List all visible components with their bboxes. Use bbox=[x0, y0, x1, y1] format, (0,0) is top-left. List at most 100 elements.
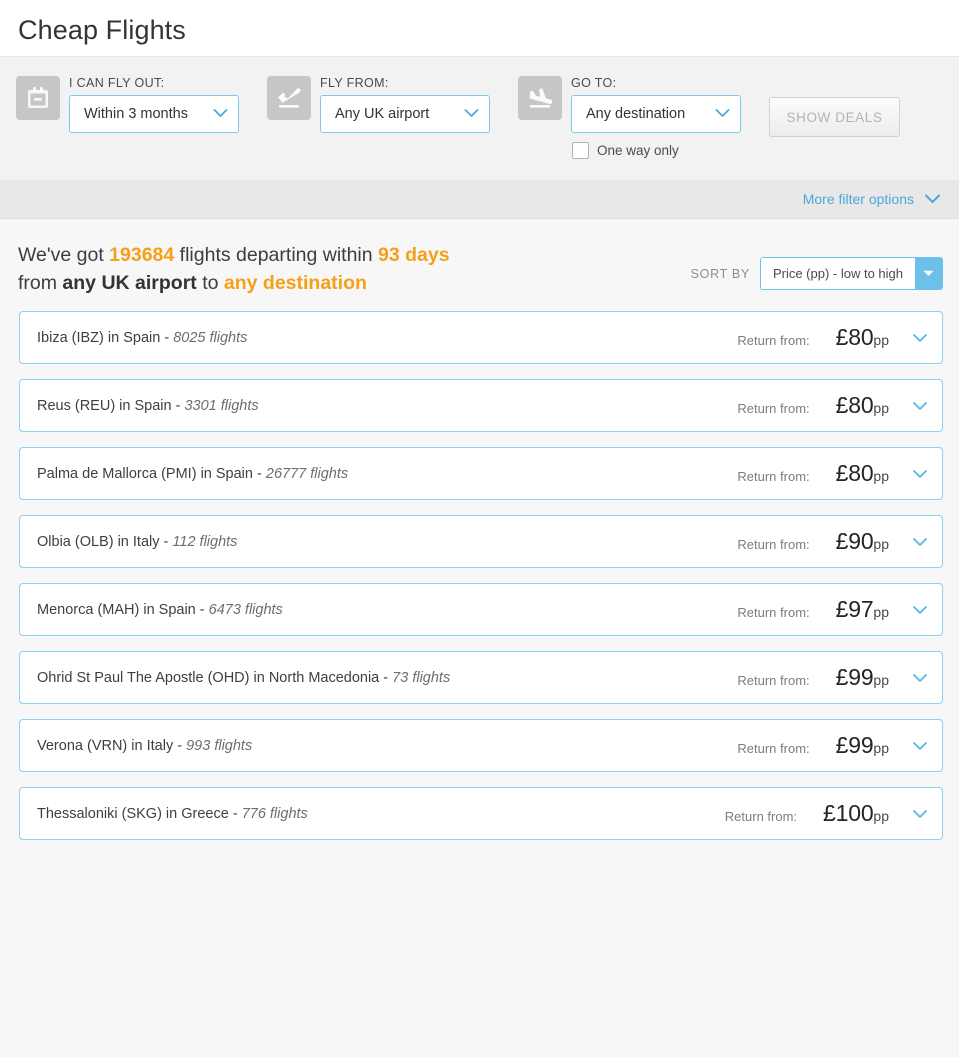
date-filter-select[interactable]: Within 3 months bbox=[69, 95, 239, 133]
filter-row: I CAN FLY OUT: Within 3 months FLY FROM: bbox=[0, 76, 959, 159]
filter-fields-origin: FLY FROM: Any UK airport bbox=[320, 76, 490, 133]
sort-by-select[interactable]: Price (pp) - low to high bbox=[759, 257, 943, 290]
currency-symbol: £ bbox=[835, 460, 849, 486]
return-from-label: Return from: bbox=[737, 469, 810, 484]
table-row[interactable]: Palma de Mallorca (PMI) in Spain - 26777… bbox=[19, 447, 943, 500]
table-row[interactable]: Reus (REU) in Spain - 3301 flights Return… bbox=[19, 379, 943, 432]
price-unit: pp bbox=[873, 332, 889, 348]
destination-name: Thessaloniki (SKG) in Greece bbox=[37, 805, 229, 822]
price-value: £97pp bbox=[836, 596, 889, 623]
price-value: £80pp bbox=[836, 324, 889, 351]
table-row[interactable]: Ohrid St Paul The Apostle (OHD) in North… bbox=[19, 651, 943, 704]
table-row[interactable]: Ibiza (IBZ) in Spain - 8025 flights Retur… bbox=[19, 311, 943, 364]
page-title: Cheap Flights bbox=[18, 15, 186, 45]
origin-filter-value: Any UK airport bbox=[335, 106, 430, 122]
price-amount: 80 bbox=[848, 324, 874, 350]
one-way-only-label: One way only bbox=[597, 143, 679, 158]
price-amount: 90 bbox=[848, 528, 874, 554]
chevron-down-icon[interactable] bbox=[912, 741, 928, 751]
flight-count-label: 112 flights bbox=[172, 533, 238, 550]
chevron-down-icon[interactable] bbox=[912, 605, 928, 615]
destination-separator: - bbox=[160, 329, 174, 346]
destination-separator: - bbox=[228, 805, 242, 822]
origin-filter-label: FLY FROM: bbox=[320, 76, 389, 90]
chevron-down-icon[interactable] bbox=[912, 333, 928, 343]
date-filter-value: Within 3 months bbox=[84, 106, 188, 122]
flight-count-label: 3301 flights bbox=[184, 397, 259, 414]
price-unit: pp bbox=[873, 468, 889, 484]
results-summary: We've got 193684 flights departing withi… bbox=[18, 241, 450, 297]
one-way-only-option[interactable]: One way only bbox=[572, 142, 741, 159]
return-from-label: Return from: bbox=[737, 741, 810, 756]
price-block: Return from: £100pp bbox=[725, 800, 928, 827]
chevron-down-icon[interactable] bbox=[912, 673, 928, 683]
chevron-down-icon bbox=[213, 106, 228, 122]
price-value: £100pp bbox=[823, 800, 889, 827]
price-block: Return from: £99pp bbox=[737, 664, 928, 691]
currency-symbol: £ bbox=[835, 324, 849, 350]
more-filter-options-link[interactable]: More filter options bbox=[803, 191, 941, 207]
currency-symbol: £ bbox=[835, 596, 849, 622]
price-unit: pp bbox=[873, 740, 889, 756]
destination-filter-value: Any destination bbox=[586, 106, 686, 122]
table-row[interactable]: Thessaloniki (SKG) in Greece - 776 fligh… bbox=[19, 787, 943, 840]
chevron-down-icon[interactable] bbox=[912, 809, 928, 819]
filter-fields-date: I CAN FLY OUT: Within 3 months bbox=[69, 76, 239, 133]
destination-name: Olbia (OLB) in Italy bbox=[37, 533, 160, 550]
price-amount: 99 bbox=[848, 732, 874, 758]
return-from-label: Return from: bbox=[737, 605, 810, 620]
sort-by-value: Price (pp) - low to high bbox=[760, 258, 915, 289]
destination-label: Olbia (OLB) in Italy - 112 flights bbox=[37, 534, 737, 550]
date-filter-label: I CAN FLY OUT: bbox=[69, 76, 165, 90]
chevron-down-icon[interactable] bbox=[912, 401, 928, 411]
price-block: Return from: £80pp bbox=[737, 460, 928, 487]
price-unit: pp bbox=[873, 400, 889, 416]
table-row[interactable]: Verona (VRN) in Italy - 993 flights Retur… bbox=[19, 719, 943, 772]
summary-days: 93 days bbox=[378, 244, 450, 266]
caret-down-icon[interactable] bbox=[915, 258, 942, 289]
price-unit: pp bbox=[873, 808, 889, 824]
summary-line2-prefix: from bbox=[18, 272, 63, 294]
origin-filter-select[interactable]: Any UK airport bbox=[320, 95, 490, 133]
flight-count-label: 993 flights bbox=[186, 737, 253, 754]
flight-count-label: 6473 flights bbox=[208, 601, 283, 618]
flight-count-label: 8025 flights bbox=[173, 329, 248, 346]
price-amount: 80 bbox=[848, 460, 874, 486]
destination-filter-label: GO TO: bbox=[571, 76, 617, 90]
return-from-label: Return from: bbox=[737, 333, 810, 348]
destination-label: Palma de Mallorca (PMI) in Spain - 26777… bbox=[37, 466, 737, 482]
chevron-down-icon bbox=[924, 191, 941, 207]
price-unit: pp bbox=[873, 604, 889, 620]
price-amount: 80 bbox=[848, 392, 874, 418]
plane-departure-icon bbox=[267, 76, 311, 120]
destination-name: Ohrid St Paul The Apostle (OHD) in North… bbox=[37, 669, 380, 686]
destination-name: Menorca (MAH) in Spain bbox=[37, 601, 196, 618]
summary-prefix: We've got bbox=[18, 244, 110, 266]
destination-filter-select[interactable]: Any destination bbox=[571, 95, 741, 133]
return-from-label: Return from: bbox=[737, 537, 810, 552]
flight-count-label: 26777 flights bbox=[265, 465, 349, 482]
chevron-down-icon[interactable] bbox=[912, 469, 928, 479]
show-deals-button[interactable]: SHOW DEALS bbox=[769, 97, 900, 137]
summary-origin: any UK airport bbox=[62, 272, 197, 294]
price-value: £80pp bbox=[836, 392, 889, 419]
price-unit: pp bbox=[873, 536, 889, 552]
results-header: We've got 193684 flights departing withi… bbox=[0, 219, 959, 297]
chevron-down-icon[interactable] bbox=[912, 537, 928, 547]
table-row[interactable]: Olbia (OLB) in Italy - 112 flights Return… bbox=[19, 515, 943, 568]
one-way-only-checkbox[interactable] bbox=[572, 142, 589, 159]
currency-symbol: £ bbox=[835, 528, 849, 554]
more-filter-options-strip: More filter options bbox=[0, 180, 959, 219]
return-from-label: Return from: bbox=[724, 809, 798, 824]
filter-group-date: I CAN FLY OUT: Within 3 months bbox=[16, 76, 239, 133]
destination-label: Verona (VRN) in Italy - 993 flights bbox=[37, 738, 737, 754]
sort-control: SORT BY Price (pp) - low to high bbox=[691, 257, 943, 290]
price-block: Return from: £97pp bbox=[737, 596, 928, 623]
currency-symbol: £ bbox=[823, 800, 836, 826]
destination-name: Reus (REU) in Spain bbox=[37, 397, 172, 414]
table-row[interactable]: Menorca (MAH) in Spain - 6473 flights Ret… bbox=[19, 583, 943, 636]
destination-label: Reus (REU) in Spain - 3301 flights bbox=[37, 398, 737, 414]
plane-arrival-icon bbox=[518, 76, 562, 120]
destination-label: Thessaloniki (SKG) in Greece - 776 fligh… bbox=[37, 806, 725, 822]
destination-separator: - bbox=[159, 533, 173, 550]
